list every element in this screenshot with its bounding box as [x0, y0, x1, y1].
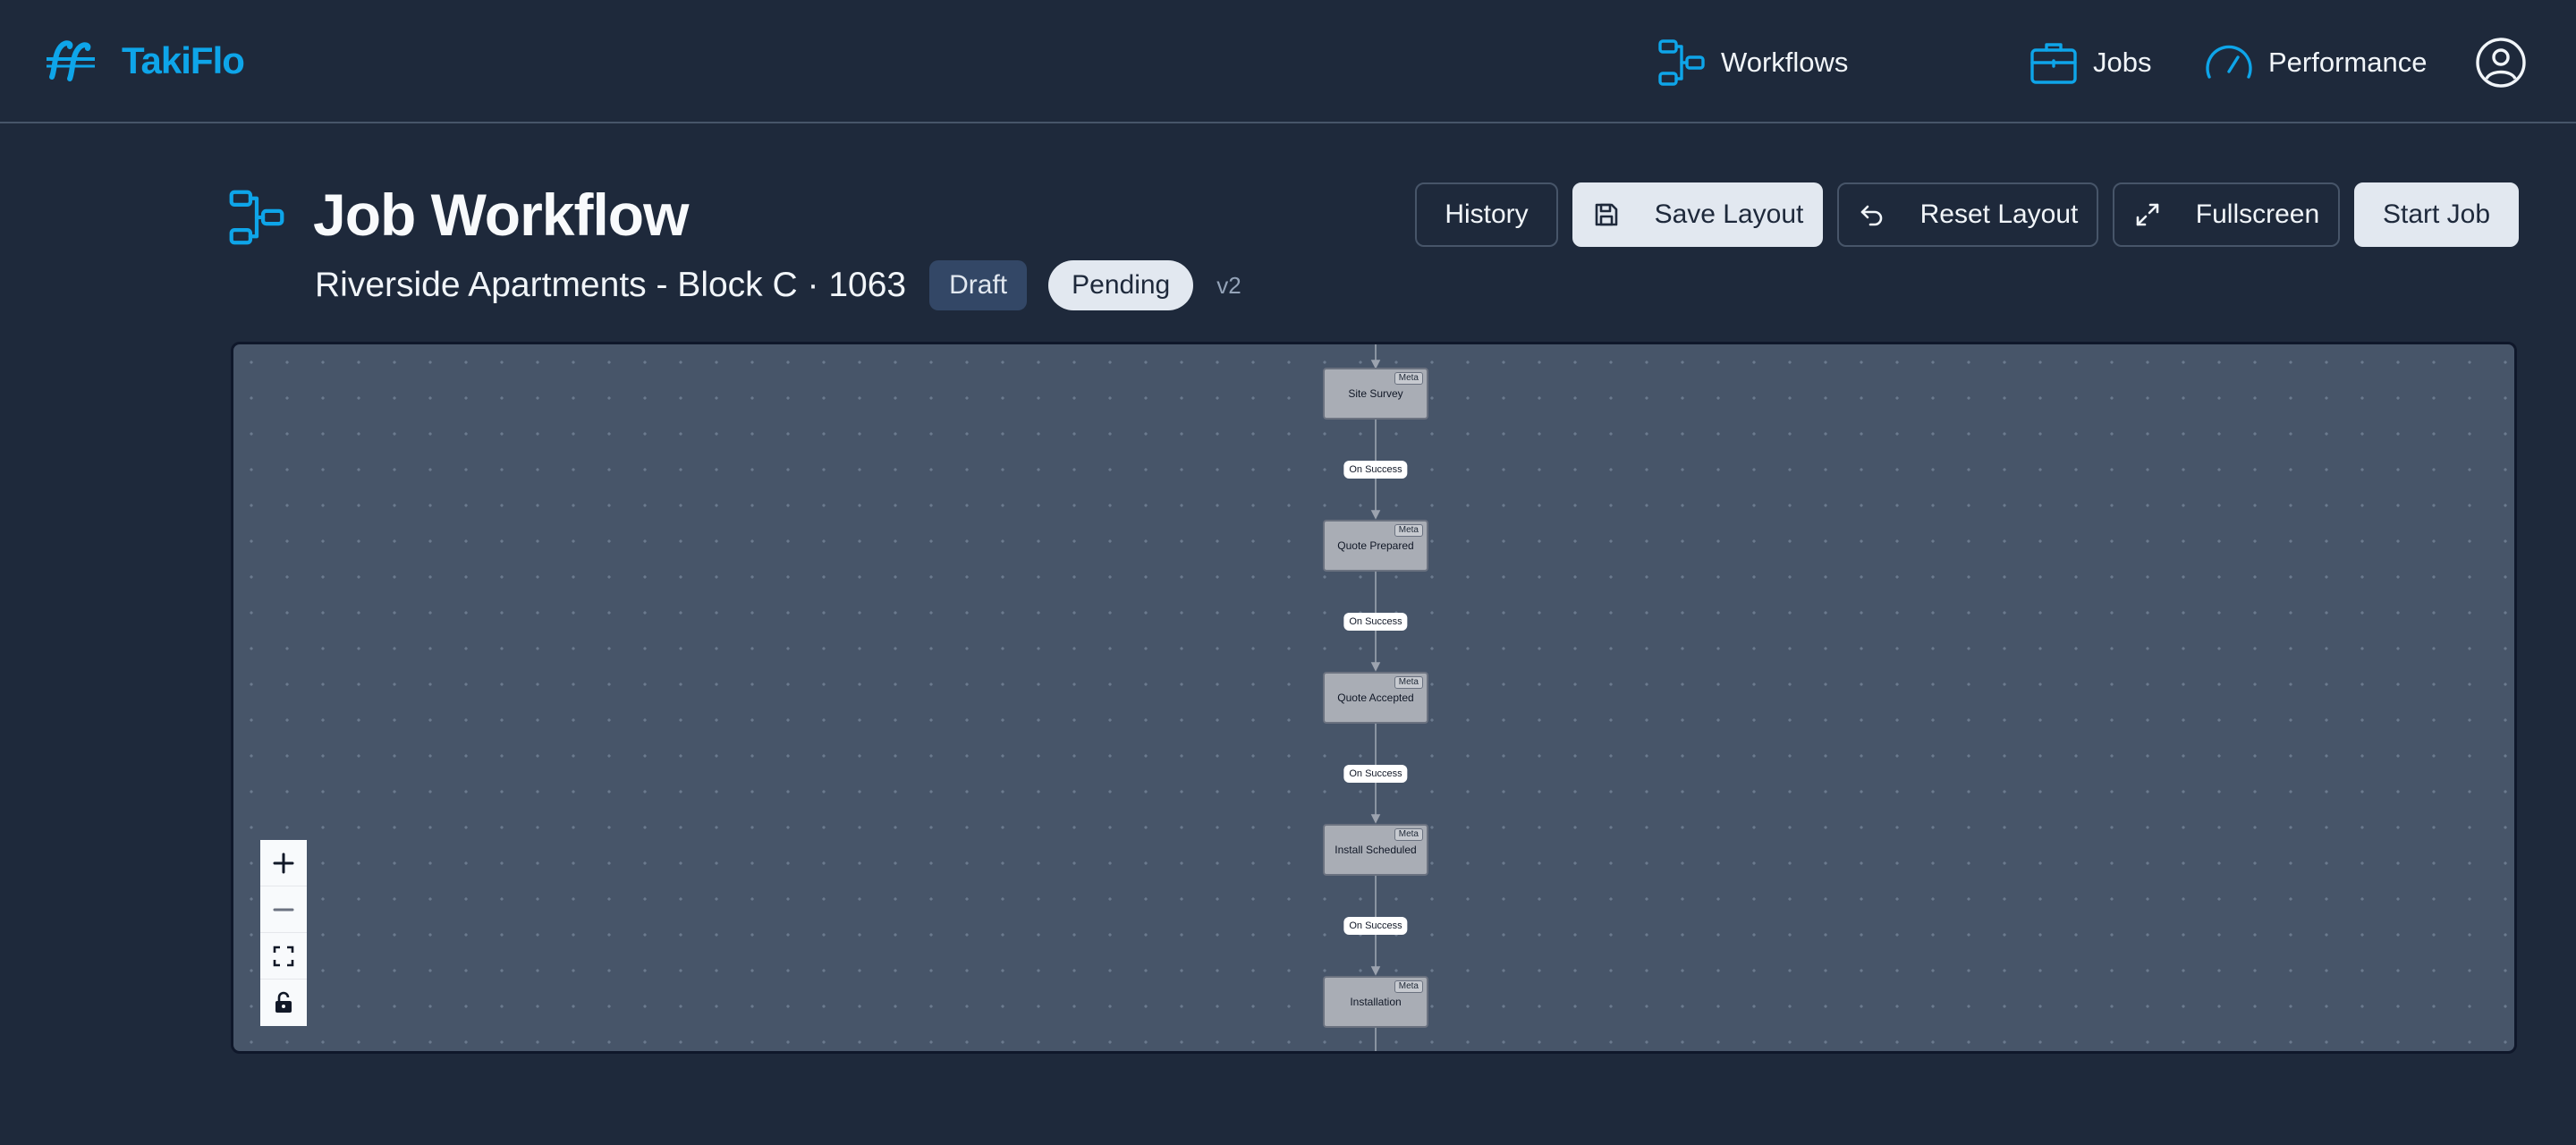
- lock-icon: [275, 991, 292, 1013]
- history-button[interactable]: History: [1415, 182, 1558, 247]
- workflow-page-icon: [229, 190, 284, 245]
- undo-icon: [1860, 205, 1882, 226]
- reset-layout-button[interactable]: Reset Layout: [1837, 182, 2098, 247]
- node-label: Site Survey: [1348, 387, 1403, 400]
- workflow-node[interactable]: Meta Quote Prepared: [1323, 520, 1428, 572]
- workflow-node[interactable]: Meta Installation: [1323, 976, 1428, 1028]
- takiflo-logo-icon: [47, 40, 95, 81]
- node-label: Quote Accepted: [1337, 691, 1414, 704]
- fullscreen-label: Fullscreen: [2195, 199, 2320, 229]
- save-layout-label: Save Layout: [1654, 199, 1804, 229]
- start-job-button[interactable]: Start Job: [2354, 182, 2519, 247]
- zoom-out-button[interactable]: [260, 886, 307, 933]
- brand-name: TakiFlo: [122, 39, 245, 81]
- node-label: Installation: [1350, 996, 1402, 1008]
- meta-tag: Meta: [1394, 676, 1423, 689]
- nav-workflows[interactable]: Workflows: [1657, 34, 1848, 91]
- workflow-node[interactable]: Meta Install Scheduled: [1323, 824, 1428, 876]
- edge-label[interactable]: On Success: [1343, 917, 1408, 935]
- reset-layout-label: Reset Layout: [1919, 199, 2079, 229]
- version-label: v2: [1216, 271, 1241, 299]
- edge-arrow-4: [1370, 966, 1381, 976]
- nav-performance[interactable]: Performance: [2204, 34, 2427, 91]
- briefcase-icon: [2030, 43, 2077, 84]
- expand-icon: [2136, 203, 2159, 226]
- canvas-controls: [260, 840, 307, 1026]
- start-job-label: Start Job: [2382, 199, 2491, 229]
- meta-tag: Meta: [1394, 980, 1423, 993]
- zoom-in-button[interactable]: [260, 840, 307, 886]
- nav-jobs[interactable]: Jobs: [2029, 34, 2151, 91]
- edge-arrow-2: [1370, 662, 1381, 672]
- workflow-canvas[interactable]: Meta Site Survey Meta Quote Prepared Met…: [231, 342, 2517, 1054]
- draft-badge: Draft: [929, 260, 1028, 310]
- user-circle-icon[interactable]: [2474, 36, 2528, 89]
- job-name: Riverside Apartments - Block C · 1063: [315, 266, 907, 304]
- workflow-icon: [1658, 39, 1705, 86]
- job-subtitle: Riverside Apartments - Block C · 1063 Dr…: [315, 259, 1241, 311]
- edge-arrow-1: [1370, 510, 1381, 520]
- node-label: Install Scheduled: [1335, 844, 1417, 856]
- nav-jobs-label: Jobs: [2093, 47, 2152, 78]
- workflow-node[interactable]: Meta Quote Accepted: [1323, 672, 1428, 724]
- fit-view-icon: [273, 946, 294, 966]
- meta-tag: Meta: [1394, 828, 1423, 841]
- page-title: Job Workflow: [313, 182, 689, 248]
- brand-link[interactable]: TakiFlo: [43, 32, 245, 89]
- edge-label[interactable]: On Success: [1343, 461, 1408, 479]
- history-button-label: History: [1445, 199, 1529, 229]
- floppy-disk-icon: [1595, 203, 1617, 226]
- save-layout-button[interactable]: Save Layout: [1572, 182, 1823, 247]
- minus-icon: [273, 908, 294, 911]
- fit-view-button[interactable]: [260, 933, 307, 980]
- gauge-icon: [2206, 45, 2252, 79]
- pending-badge: Pending: [1048, 260, 1194, 310]
- workflow-node[interactable]: Meta Site Survey: [1323, 368, 1428, 420]
- edge-arrow-3: [1370, 814, 1381, 824]
- nav-performance-label: Performance: [2268, 47, 2428, 78]
- meta-tag: Meta: [1394, 524, 1423, 537]
- edge-label[interactable]: On Success: [1343, 765, 1408, 783]
- plus-icon: [273, 852, 294, 873]
- node-label: Quote Prepared: [1337, 539, 1414, 552]
- edge-label[interactable]: On Success: [1343, 613, 1408, 631]
- fullscreen-button[interactable]: Fullscreen: [2113, 182, 2340, 247]
- lock-button[interactable]: [260, 980, 307, 1026]
- nav-workflows-label: Workflows: [1721, 47, 1849, 78]
- edge-arrow-incoming: [1370, 360, 1381, 369]
- meta-tag: Meta: [1394, 372, 1423, 385]
- top-navbar: TakiFlo Workflows Jobs Performance: [0, 0, 2576, 123]
